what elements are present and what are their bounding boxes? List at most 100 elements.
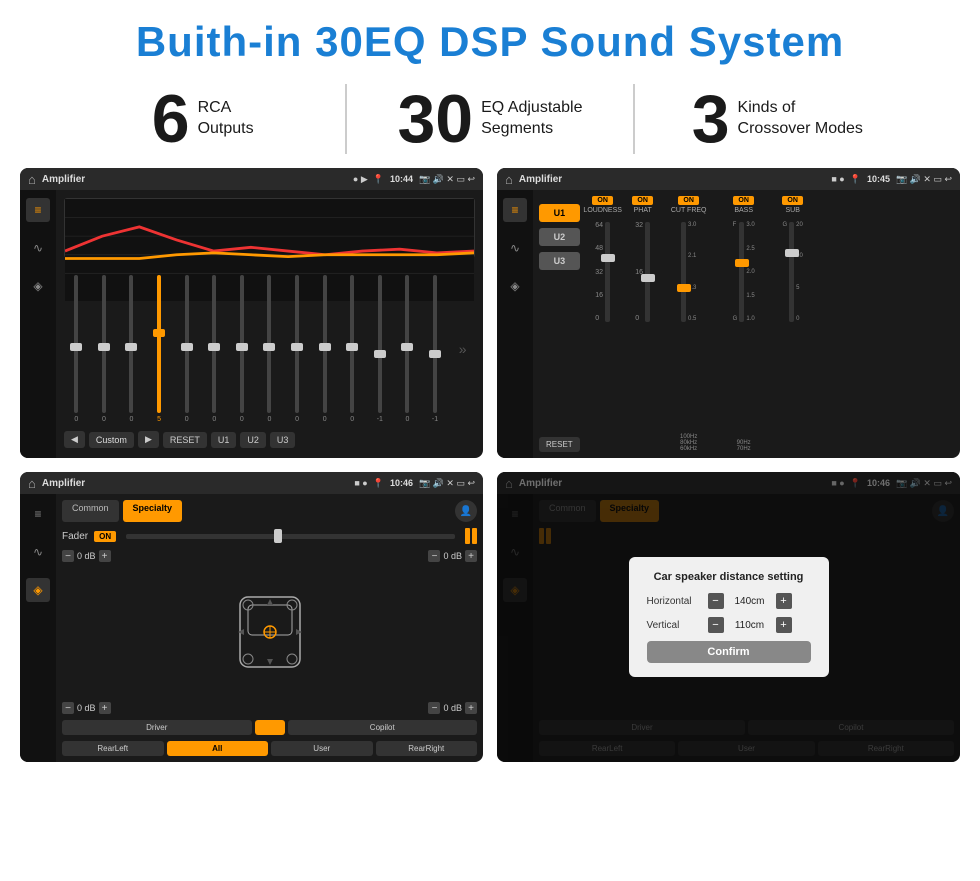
eq-next-btn[interactable]: ▶ [138,431,159,448]
eq-icon-2[interactable]: ≡ [503,198,527,222]
db-tr: − 0 dB + [428,550,477,562]
stat-number-30: 30 [397,85,473,153]
status-icons-1b: 📷 🔊 ✕ ▭ ↩ [419,174,475,185]
stat-text-rca: RCAOutputs [198,98,254,140]
stat-text-crossover: Kinds ofCrossover Modes [738,98,863,140]
main-title: Buith-in 30EQ DSP Sound System [0,0,980,76]
wave-icon-2[interactable]: ∿ [503,236,527,260]
stat-text-eq: EQ AdjustableSegments [481,98,582,140]
db-tr-plus[interactable]: + [465,550,477,562]
app-title-3: Amplifier [42,478,349,489]
sub-label: SUB [785,207,799,214]
home-icon-1[interactable]: ⌂ [28,172,36,187]
eq-u3-btn[interactable]: U3 [270,432,296,448]
status-time-2: 10:45 [867,174,890,184]
fader-label: Fader [62,531,88,542]
phat-label: PHAT [634,207,652,214]
speaker-icon[interactable]: ◈ [26,274,50,298]
screens-grid: ⌂ Amplifier ● ▶ 📍 10:44 📷 🔊 ✕ ▭ ↩ ≡ ∿ ◈ [0,168,980,772]
home-icon-2[interactable]: ⌂ [505,172,513,187]
confirm-button[interactable]: Confirm [647,641,811,663]
sub-on[interactable]: ON [782,196,803,205]
crossover-reset-btn[interactable]: RESET [539,437,580,452]
loudness-label: LOUDNESS [583,207,622,214]
distance-dialog: Car speaker distance setting Horizontal … [629,557,829,677]
db-br-plus[interactable]: + [465,702,477,714]
eq-u2-btn[interactable]: U2 [240,432,266,448]
dialog-title: Car speaker distance setting [647,571,811,583]
left-icons-1: ≡ ∿ ◈ [20,190,56,458]
db-bl-minus[interactable]: − [62,702,74,714]
status-bar-2: ⌂ Amplifier ■ ● 📍 10:45 📷 🔊 ✕ ▭ ↩ [497,168,960,190]
speaker-icon-2[interactable]: ◈ [503,274,527,298]
db-br-minus[interactable]: − [428,702,440,714]
eq-prev-btn[interactable]: ◀ [64,431,85,448]
bass-label: BASS [734,207,753,214]
all-btn-row2[interactable] [255,720,285,735]
u3-btn[interactable]: U3 [539,252,580,270]
tab-common-3[interactable]: Common [62,500,119,522]
horizontal-row: Horizontal − 140cm + [647,593,811,609]
left-icons-3: ≡ ∿ ◈ [20,494,56,762]
loudness-on[interactable]: ON [592,196,613,205]
rear-left-btn[interactable]: RearLeft [62,741,164,756]
user-icon-3[interactable]: 👤 [455,500,477,522]
car-diagram-svg [230,577,310,687]
db-tl-plus[interactable]: + [99,550,111,562]
driver-btn[interactable]: Driver [62,720,252,735]
db-tr-minus[interactable]: − [428,550,440,562]
wave-icon-3[interactable]: ∿ [26,540,50,564]
fader-on-badge[interactable]: ON [94,531,116,542]
vertical-label: Vertical [647,620,702,631]
status-icons-2b: 📷 🔊 ✕ ▭ ↩ [896,174,952,185]
rear-right-btn[interactable]: RearRight [376,741,478,756]
eq-content: 253240 506380 100125160 200250320 400500… [56,190,483,458]
all-btn[interactable]: All [167,741,269,756]
db-tl-minus[interactable]: − [62,550,74,562]
user-btn[interactable]: User [271,741,373,756]
speaker-icon-3[interactable]: ◈ [26,578,50,602]
eq-bottom-bar: ◀ Custom ▶ RESET U1 U2 U3 [64,427,475,450]
home-icon-3[interactable]: ⌂ [28,476,36,491]
copilot-btn[interactable]: Copilot [288,720,478,735]
vertical-plus-btn[interactable]: + [776,617,792,633]
stat-number-6: 6 [152,85,190,153]
tab-specialty-3[interactable]: Specialty [123,500,183,522]
stat-item-crossover: 3 Kinds ofCrossover Modes [635,85,920,153]
horizontal-label: Horizontal [647,596,702,607]
bass-on[interactable]: ON [733,196,754,205]
db-bl-plus[interactable]: + [99,702,111,714]
app-title-2: Amplifier [519,174,826,185]
vertical-value: 110cm [730,620,770,631]
stat-number-3: 3 [692,85,730,153]
app-title-1: Amplifier [42,174,347,185]
eq-icon[interactable]: ≡ [26,198,50,222]
fader-bottom-btns: Driver Copilot [62,720,477,735]
fader-screen: ⌂ Amplifier ■ ● 📍 10:46 📷 🔊 ✕ ▭ ↩ ≡ ∿ ◈ … [20,472,483,762]
status-time-1: 10:44 [390,174,413,184]
status-bar-3: ⌂ Amplifier ■ ● 📍 10:46 📷 🔊 ✕ ▭ ↩ [20,472,483,494]
fader-label-row: Fader ON [62,528,477,544]
vertical-minus-btn[interactable]: − [708,617,724,633]
cutfreq-label: CUT FREQ [671,207,707,214]
db-bl: − 0 dB + [62,702,111,714]
eq-u1-btn[interactable]: U1 [211,432,237,448]
u2-btn[interactable]: U2 [539,228,580,246]
horizontal-value: 140cm [730,596,770,607]
crossover-screen: ⌂ Amplifier ■ ● 📍 10:45 📷 🔊 ✕ ▭ ↩ ≡ ∿ ◈ … [497,168,960,458]
status-icons-3b: 📷 🔊 ✕ ▭ ↩ [419,478,475,489]
wave-icon[interactable]: ∿ [26,236,50,260]
eq-reset-btn[interactable]: RESET [163,432,207,448]
db-br: − 0 dB + [428,702,477,714]
u1-btn[interactable]: U1 [539,204,580,222]
left-icons-2: ≡ ∿ ◈ [497,190,533,458]
cutfreq-on[interactable]: ON [678,196,699,205]
stats-row: 6 RCAOutputs 30 EQ AdjustableSegments 3 … [0,76,980,168]
stat-item-eq: 30 EQ AdjustableSegments [347,85,632,153]
eq-icon-3[interactable]: ≡ [26,502,50,526]
eq-preset-label: Custom [89,432,134,448]
horizontal-minus-btn[interactable]: − [708,593,724,609]
status-time-3: 10:46 [390,478,413,488]
horizontal-plus-btn[interactable]: + [776,593,792,609]
phat-on[interactable]: ON [632,196,653,205]
